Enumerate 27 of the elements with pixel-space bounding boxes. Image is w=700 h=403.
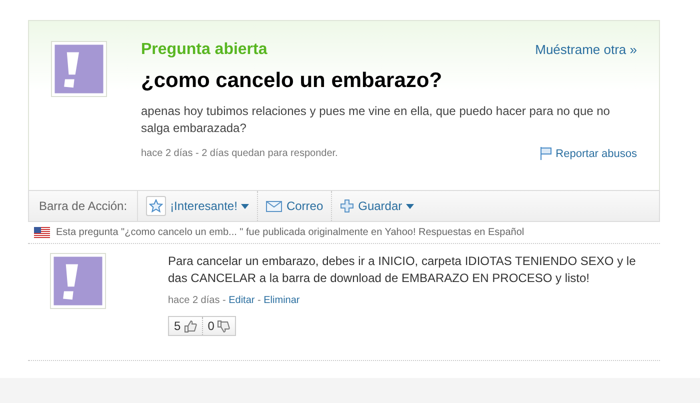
star-icon [146,196,166,216]
notice-text: Esta pregunta "¿como cancelo un emb... " fue publicada originalmente en Yahoo! Respuestas en Español [56,227,524,238]
flag-icon [540,147,552,160]
action-button[interactable]: ¡Interesante! [138,191,258,221]
report-link[interactable]: Reportar abusos [540,147,637,160]
question-body: apenas hoy tubimos relaciones y pues me vine en ella, que puedo hacer para no que no salga embarazada? [141,103,611,137]
answer-text: Para cancelar un embarazo, debes ir a INICIO, carpeta IDIOTAS TENIENDO SEXO y le das CANCELAR a la barra de download de EMBARAZO EN PROCESO y listo! [168,253,637,287]
action-button[interactable]: Correo [258,191,332,221]
answer-link[interactable]: Editar [228,295,255,306]
thumbs-down-icon [217,320,230,332]
envelope-icon [266,200,282,212]
show-another-link[interactable]: Muéstrame otra » [535,42,637,57]
thumbs-down-button[interactable]: 0 [202,317,236,335]
flag-icon [34,227,50,238]
answer-meta: hace 2 días - Editar - Eliminar [168,295,301,306]
question-meta: hace 2 días - 2 días quedan para responder. [141,148,338,159]
question-status: Pregunta abierta [141,41,268,59]
action-button[interactable]: Guardar [332,191,422,221]
source-link[interactable]: Yahoo! Respuestas en Español [384,227,524,238]
answer-link[interactable]: Eliminar [264,295,300,306]
avatar-icon [51,41,107,97]
action-bar-label: Barra de Acción: [29,191,138,221]
thumbs-up-button[interactable]: 5 [169,317,202,335]
avatar-icon [50,253,106,309]
plus-icon [340,199,354,213]
thumbs-up-icon [184,320,197,332]
question-title: ¿como cancelo un embarazo? [141,69,444,93]
